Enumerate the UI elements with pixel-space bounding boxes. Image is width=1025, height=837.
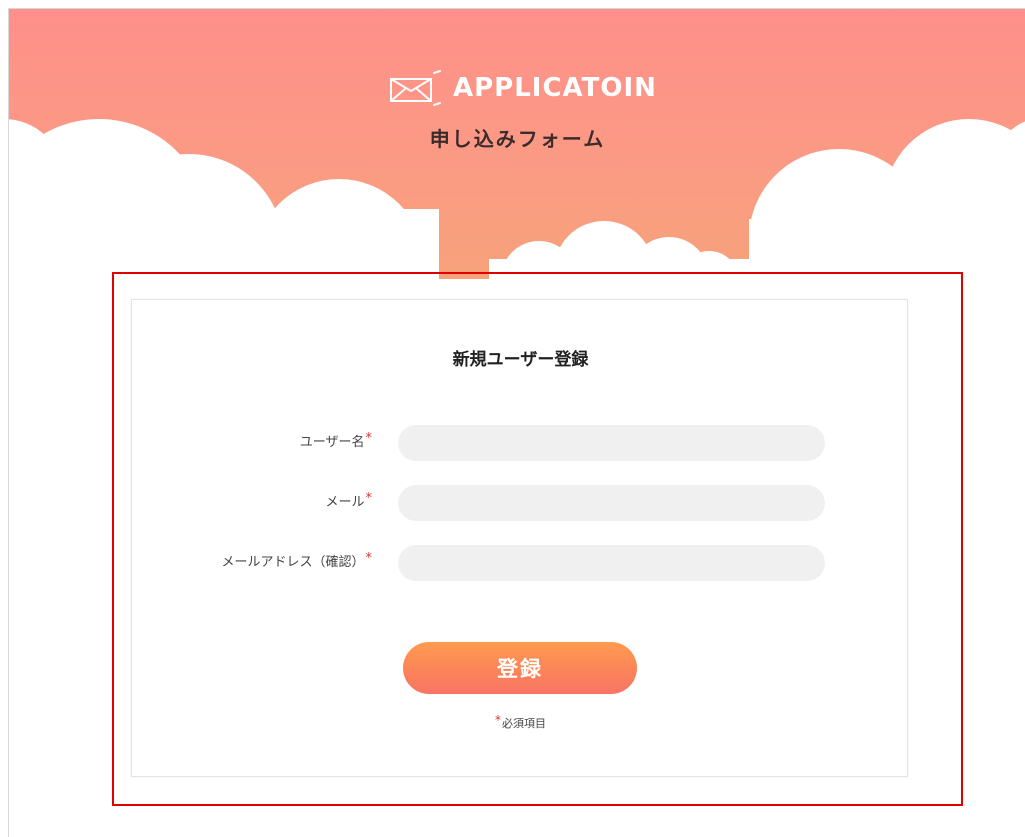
required-asterisk: * xyxy=(365,431,373,446)
username-input[interactable] xyxy=(398,425,825,461)
form-title: 新規ユーザー登録 xyxy=(452,350,589,370)
email-label: メール* xyxy=(325,485,372,521)
page-subtitle: 申し込みフォーム xyxy=(429,127,606,151)
email-row: メール* xyxy=(132,485,909,521)
required-note-text: 必須項目 xyxy=(502,717,546,730)
email-confirm-row: メールアドレス（確認）* xyxy=(132,545,909,581)
username-label: ユーザー名* xyxy=(300,425,372,461)
username-row: ユーザー名* xyxy=(132,425,909,461)
logo-text: APPLICATOIN xyxy=(453,73,657,103)
register-button[interactable]: 登録 xyxy=(403,642,637,694)
email-label-text: メール xyxy=(325,495,365,510)
envelope-outline-icon xyxy=(390,70,441,106)
email-confirm-label-text: メールアドレス（確認） xyxy=(221,555,365,570)
app-logo: APPLICATOIN xyxy=(387,69,657,107)
email-input[interactable] xyxy=(398,485,825,521)
email-confirm-label: メールアドレス（確認）* xyxy=(221,545,372,581)
username-label-text: ユーザー名 xyxy=(299,435,365,450)
header-banner: APPLICATOIN 申し込みフォーム xyxy=(9,9,1025,279)
page-frame: APPLICATOIN 申し込みフォーム 新規ユーザー登録 ユーザー名* メール… xyxy=(8,8,1025,837)
required-asterisk: * xyxy=(365,491,373,506)
required-note: *必須項目 xyxy=(132,713,909,733)
required-asterisk: * xyxy=(495,713,501,727)
email-confirm-input[interactable] xyxy=(398,545,825,581)
required-asterisk: * xyxy=(365,551,373,566)
registration-card: 新規ユーザー登録 ユーザー名* メール* メールアドレス（確認）* 登録 *必須… xyxy=(131,299,908,777)
